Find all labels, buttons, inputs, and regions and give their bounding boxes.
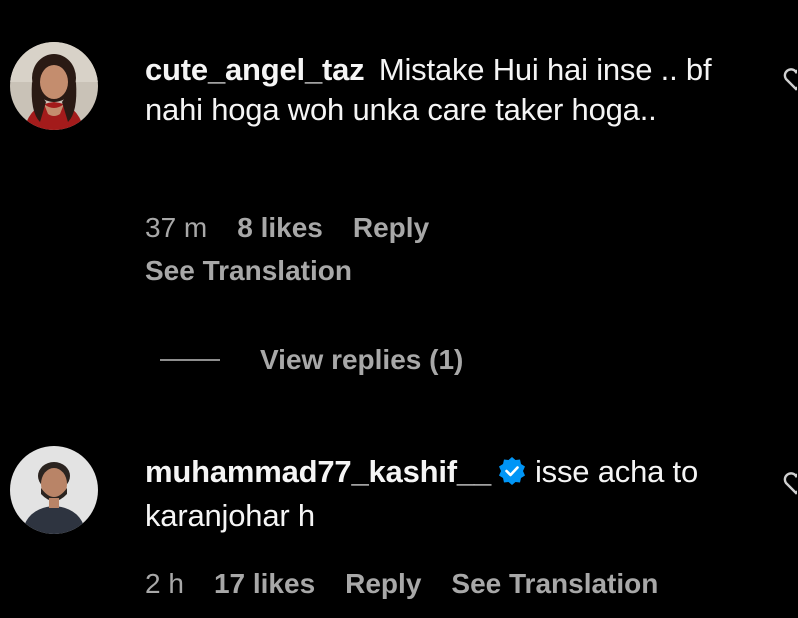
likes-count[interactable]: 8 likes bbox=[237, 212, 323, 244]
comment-text-block: cute_angel_taz Mistake Hui hai inse .. b… bbox=[145, 50, 745, 130]
comment-meta: 2 h 17 likes Reply See Translation bbox=[145, 568, 688, 600]
comment-username[interactable]: muhammad77_kashif__ bbox=[145, 454, 491, 489]
comment-time: 37 m bbox=[145, 212, 208, 243]
reply-button[interactable]: Reply bbox=[353, 212, 429, 244]
reply-button[interactable]: Reply bbox=[345, 568, 421, 600]
see-translation-button[interactable]: See Translation bbox=[451, 568, 658, 600]
view-replies-label[interactable]: View replies (1) bbox=[260, 344, 463, 376]
likes-count[interactable]: 17 likes bbox=[214, 568, 315, 600]
verified-badge-icon bbox=[497, 456, 527, 496]
comment-username[interactable]: cute_angel_taz bbox=[145, 52, 365, 87]
comment-meta: 37 m 8 likes Reply bbox=[145, 212, 459, 244]
comment-item: cute_angel_taz Mistake Hui hai inse .. b… bbox=[0, 0, 798, 340]
heart-icon[interactable] bbox=[783, 66, 797, 92]
comment-text-block: muhammad77_kashif__ isse acha to karanjoh… bbox=[145, 452, 745, 536]
view-replies-button[interactable]: View replies (1) bbox=[160, 344, 463, 376]
heart-icon[interactable] bbox=[783, 470, 797, 496]
replies-divider bbox=[160, 359, 220, 361]
avatar[interactable] bbox=[10, 446, 98, 534]
see-translation-button[interactable]: See Translation bbox=[145, 255, 352, 287]
comment-time: 2 h bbox=[145, 568, 184, 599]
avatar[interactable] bbox=[10, 42, 98, 130]
